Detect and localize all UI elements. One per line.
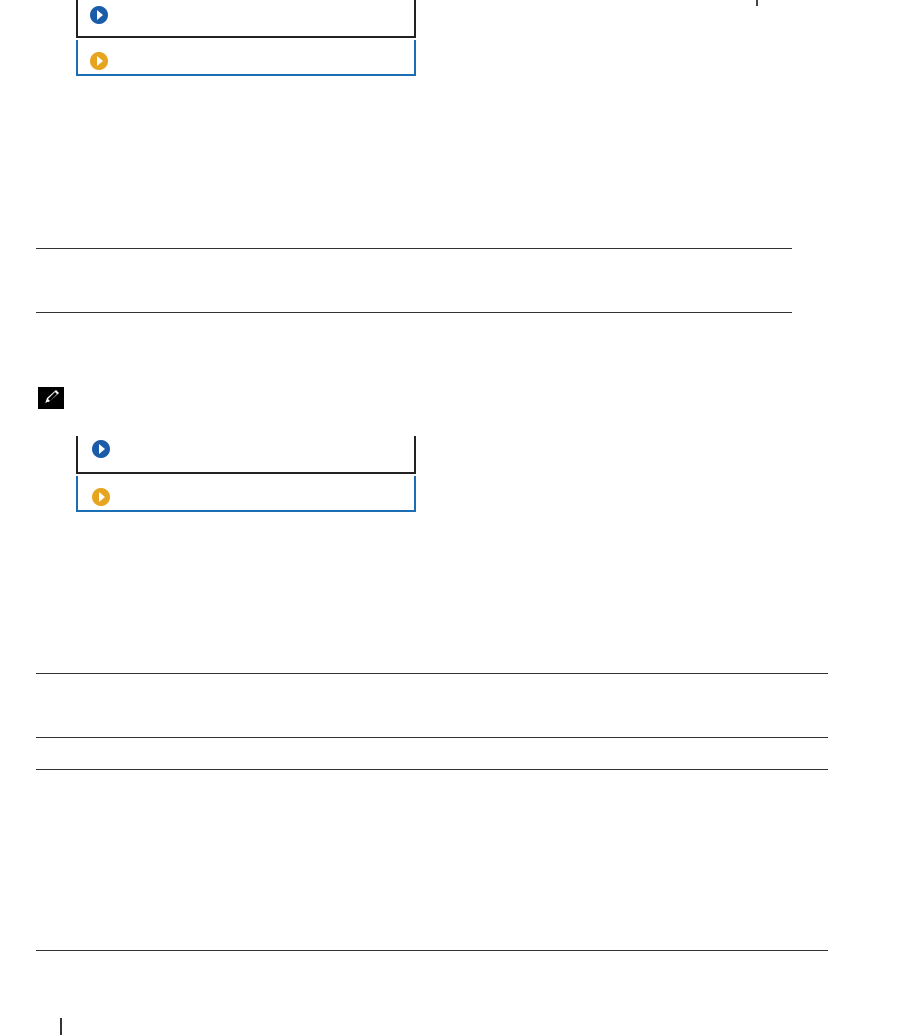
- table-row-rule: [36, 769, 828, 770]
- navigation-callout-2: [76, 436, 416, 514]
- callout-secondary-row[interactable]: [76, 40, 416, 76]
- play-circle-icon: [90, 52, 108, 70]
- callout-primary-row[interactable]: [76, 436, 416, 474]
- callout-secondary-row[interactable]: [76, 476, 416, 512]
- table-top-rule: [36, 673, 828, 674]
- table-header-rule: [36, 737, 828, 738]
- page-corner-mark: [756, 0, 758, 6]
- navigation-callout-1: [76, 0, 416, 78]
- note-pencil-icon: [38, 387, 64, 409]
- table-bottom-rule: [36, 950, 828, 951]
- play-circle-icon: [90, 6, 108, 24]
- page-number-marker: [60, 1018, 62, 1035]
- play-circle-icon: [92, 440, 110, 458]
- section-rule: [36, 248, 792, 249]
- section-rule: [36, 312, 792, 313]
- play-circle-icon: [92, 488, 110, 506]
- callout-primary-row[interactable]: [76, 0, 416, 38]
